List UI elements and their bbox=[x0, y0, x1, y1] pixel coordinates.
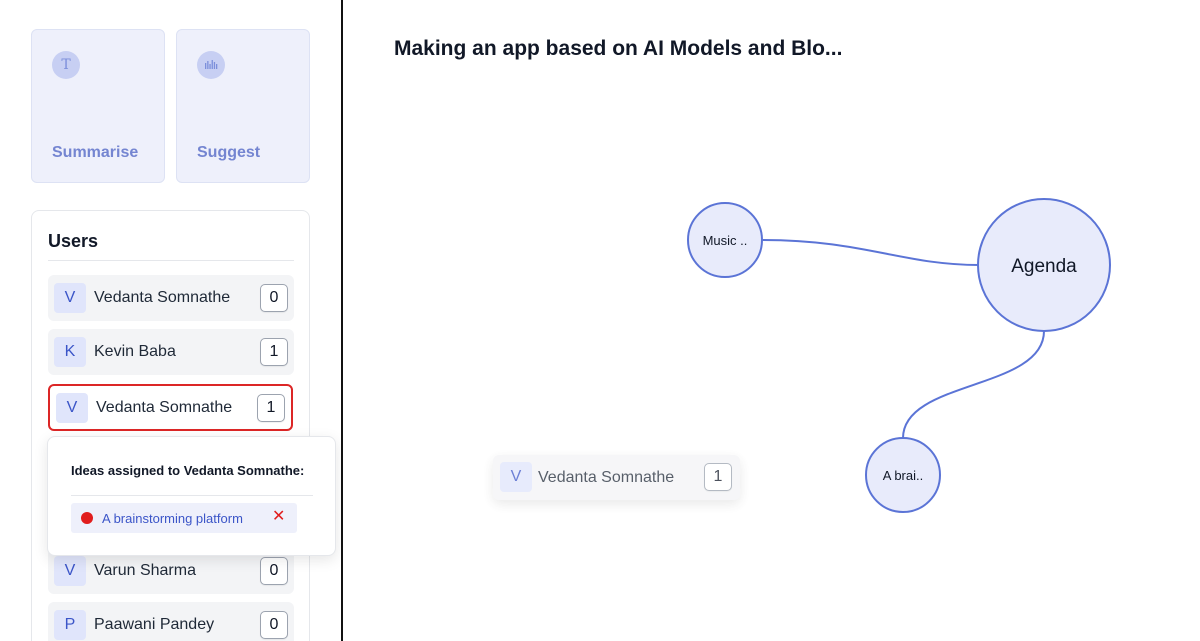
node-brainstorm[interactable]: A brai.. bbox=[865, 437, 941, 513]
avatar: V bbox=[54, 556, 86, 586]
edge-agenda-brain bbox=[902, 330, 1045, 439]
idea-count-badge: 0 bbox=[260, 611, 288, 639]
idea-count-badge: 1 bbox=[260, 338, 288, 366]
summarise-label: Summarise bbox=[52, 144, 139, 161]
suggest-card[interactable]: Suggest bbox=[176, 29, 310, 183]
mind-map-graph: Music .. Agenda A brai.. bbox=[687, 198, 1111, 513]
idea-count-badge: 1 bbox=[704, 463, 732, 491]
dragging-user-chip[interactable]: V Vedanta Somnathe 1 bbox=[493, 455, 740, 500]
avatar: P bbox=[54, 610, 86, 640]
edge-music-agenda bbox=[762, 239, 980, 266]
user-name: Vedanta Somnathe bbox=[94, 289, 231, 306]
audio-wave-icon bbox=[197, 51, 225, 79]
close-icon[interactable]: ✕ bbox=[272, 509, 285, 525]
avatar: V bbox=[54, 283, 86, 313]
user-name: Kevin Baba bbox=[94, 343, 176, 360]
users-divider bbox=[48, 260, 294, 261]
avatar: V bbox=[56, 393, 88, 423]
suggest-label: Suggest bbox=[197, 144, 261, 161]
user-row[interactable]: P Paawani Pandey 0 bbox=[48, 602, 294, 641]
node-brainstorm-label: A brai.. bbox=[883, 468, 923, 483]
user-name: Paawani Pandey bbox=[94, 616, 215, 633]
assigned-ideas-popover: Ideas assigned to Vedanta Somnathe: A br… bbox=[47, 436, 336, 556]
idea-count-badge: 0 bbox=[260, 284, 288, 312]
avatar: K bbox=[54, 337, 86, 367]
users-panel: Users V Vedanta Somnathe 0 K Kevin Baba … bbox=[31, 210, 310, 641]
idea-chip[interactable]: A brainstorming platform ✕ bbox=[71, 503, 297, 533]
avatar: V bbox=[500, 462, 532, 492]
sidebar: T Summarise Suggest Users V Vedanta Somn… bbox=[0, 0, 341, 641]
user-row[interactable]: V Vedanta Somnathe 0 bbox=[48, 275, 294, 321]
summarise-card[interactable]: T Summarise bbox=[31, 29, 165, 183]
status-dot-icon bbox=[81, 512, 93, 524]
users-title: Users bbox=[48, 231, 99, 251]
idea-count-badge: 1 bbox=[257, 394, 285, 422]
node-agenda[interactable]: Agenda bbox=[977, 198, 1111, 332]
mind-map-canvas[interactable]: Making an app based on AI Models and Blo… bbox=[343, 0, 1200, 641]
node-music-label: Music .. bbox=[703, 233, 748, 248]
idea-label: A brainstorming platform bbox=[102, 511, 243, 526]
user-name: Varun Sharma bbox=[94, 562, 196, 579]
idea-count-badge: 0 bbox=[260, 557, 288, 585]
user-row[interactable]: K Kevin Baba 1 bbox=[48, 329, 294, 375]
node-agenda-label: Agenda bbox=[1011, 256, 1077, 277]
user-name: Vedanta Somnathe bbox=[538, 469, 675, 486]
text-icon: T bbox=[52, 51, 80, 79]
user-row-selected[interactable]: V Vedanta Somnathe 1 bbox=[48, 384, 293, 431]
node-music[interactable]: Music .. bbox=[687, 202, 763, 278]
user-name: Vedanta Somnathe bbox=[96, 399, 233, 416]
popover-title: Ideas assigned to Vedanta Somnathe: bbox=[71, 463, 305, 478]
popover-divider bbox=[71, 495, 313, 496]
